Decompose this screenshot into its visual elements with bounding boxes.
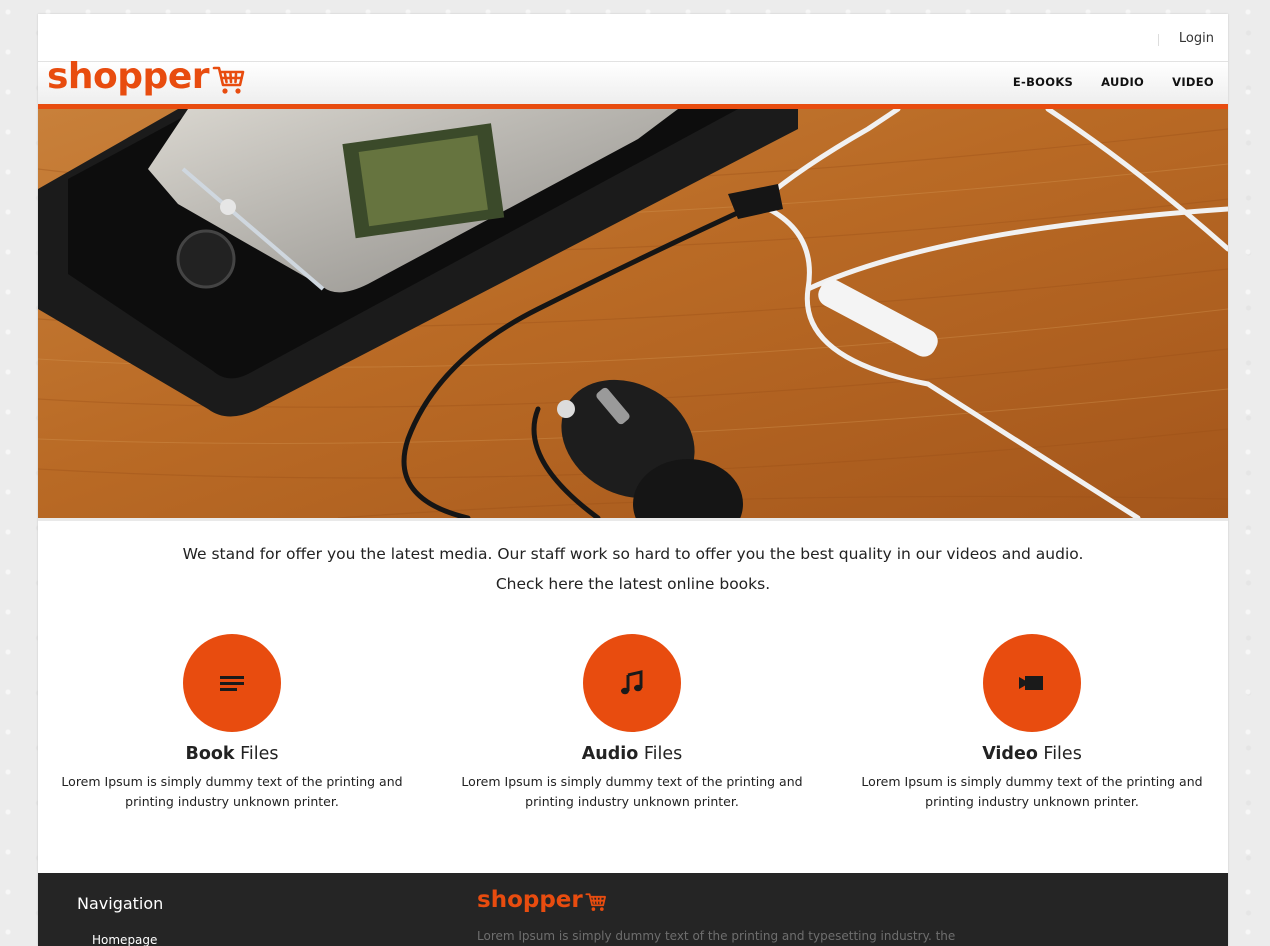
footer-logo: shopper bbox=[477, 887, 607, 913]
feature-title-bold: Book bbox=[185, 744, 235, 764]
feature-description: Lorem Ipsum is simply dummy text of the … bbox=[61, 774, 403, 809]
footer-text: Lorem Ipsum is simply dummy text of the … bbox=[477, 929, 956, 943]
intro-text: We stand for offer you the latest media.… bbox=[38, 539, 1228, 599]
main-menu: E-BOOKS AUDIO VIDEO bbox=[1013, 75, 1214, 89]
audio-files-circle[interactable] bbox=[583, 634, 681, 732]
feature-description: Lorem Ipsum is simply dummy text of the … bbox=[461, 774, 803, 809]
hero-divider bbox=[38, 518, 1228, 521]
intro-line-2: Check here the latest online books. bbox=[495, 575, 771, 593]
footer-nav-title: Navigation bbox=[77, 894, 164, 913]
menu-item-video[interactable]: VIDEO bbox=[1172, 75, 1214, 89]
music-note-icon bbox=[621, 670, 643, 695]
logo-text: shopper bbox=[47, 56, 210, 97]
footer-logo-text: shopper bbox=[477, 887, 583, 913]
footer: Navigation Homepage shopper Lorem Ipsum … bbox=[38, 873, 1228, 946]
feature-description: Lorem Ipsum is simply dummy text of the … bbox=[861, 774, 1203, 809]
main-navbar: shopper E-BOOKS AUDIO VIDEO bbox=[38, 56, 1228, 109]
lines-icon bbox=[220, 676, 244, 691]
feature-book: Book Files Lorem Ipsum is simply dummy t… bbox=[47, 634, 417, 812]
video-camera-icon bbox=[1019, 676, 1043, 690]
page-container: Login shopper E-BOOKS AUDIO VIDEO We sta… bbox=[38, 14, 1228, 946]
menu-item-audio[interactable]: AUDIO bbox=[1101, 75, 1144, 89]
feature-title-bold: Video bbox=[982, 744, 1038, 764]
footer-link-homepage[interactable]: Homepage bbox=[92, 933, 157, 946]
feature-title-rest: Files bbox=[638, 744, 683, 764]
login-link[interactable]: Login bbox=[1179, 31, 1214, 46]
feature-title: Book Files bbox=[47, 744, 417, 764]
video-files-circle[interactable] bbox=[983, 634, 1081, 732]
intro-line-1: We stand for offer you the latest media.… bbox=[182, 545, 1084, 563]
feature-audio: Audio Files Lorem Ipsum is simply dummy … bbox=[447, 634, 817, 812]
menu-item-ebooks[interactable]: E-BOOKS bbox=[1013, 75, 1073, 89]
book-files-circle[interactable] bbox=[183, 634, 281, 732]
feature-title-bold: Audio bbox=[581, 744, 639, 764]
feature-title-rest: Files bbox=[234, 744, 279, 764]
feature-title: Audio Files bbox=[447, 744, 817, 764]
features-section: Book Files Lorem Ipsum is simply dummy t… bbox=[38, 599, 1228, 859]
feature-title-rest: Files bbox=[1037, 744, 1082, 764]
divider bbox=[1158, 34, 1159, 46]
shopping-cart-icon bbox=[585, 892, 606, 911]
feature-title: Video Files bbox=[847, 744, 1217, 764]
hero-image bbox=[38, 109, 1228, 518]
feature-video: Video Files Lorem Ipsum is simply dummy … bbox=[847, 634, 1217, 812]
shopping-cart-icon bbox=[212, 66, 245, 94]
top-bar: Login bbox=[38, 14, 1228, 61]
site-logo[interactable]: shopper bbox=[47, 56, 246, 97]
